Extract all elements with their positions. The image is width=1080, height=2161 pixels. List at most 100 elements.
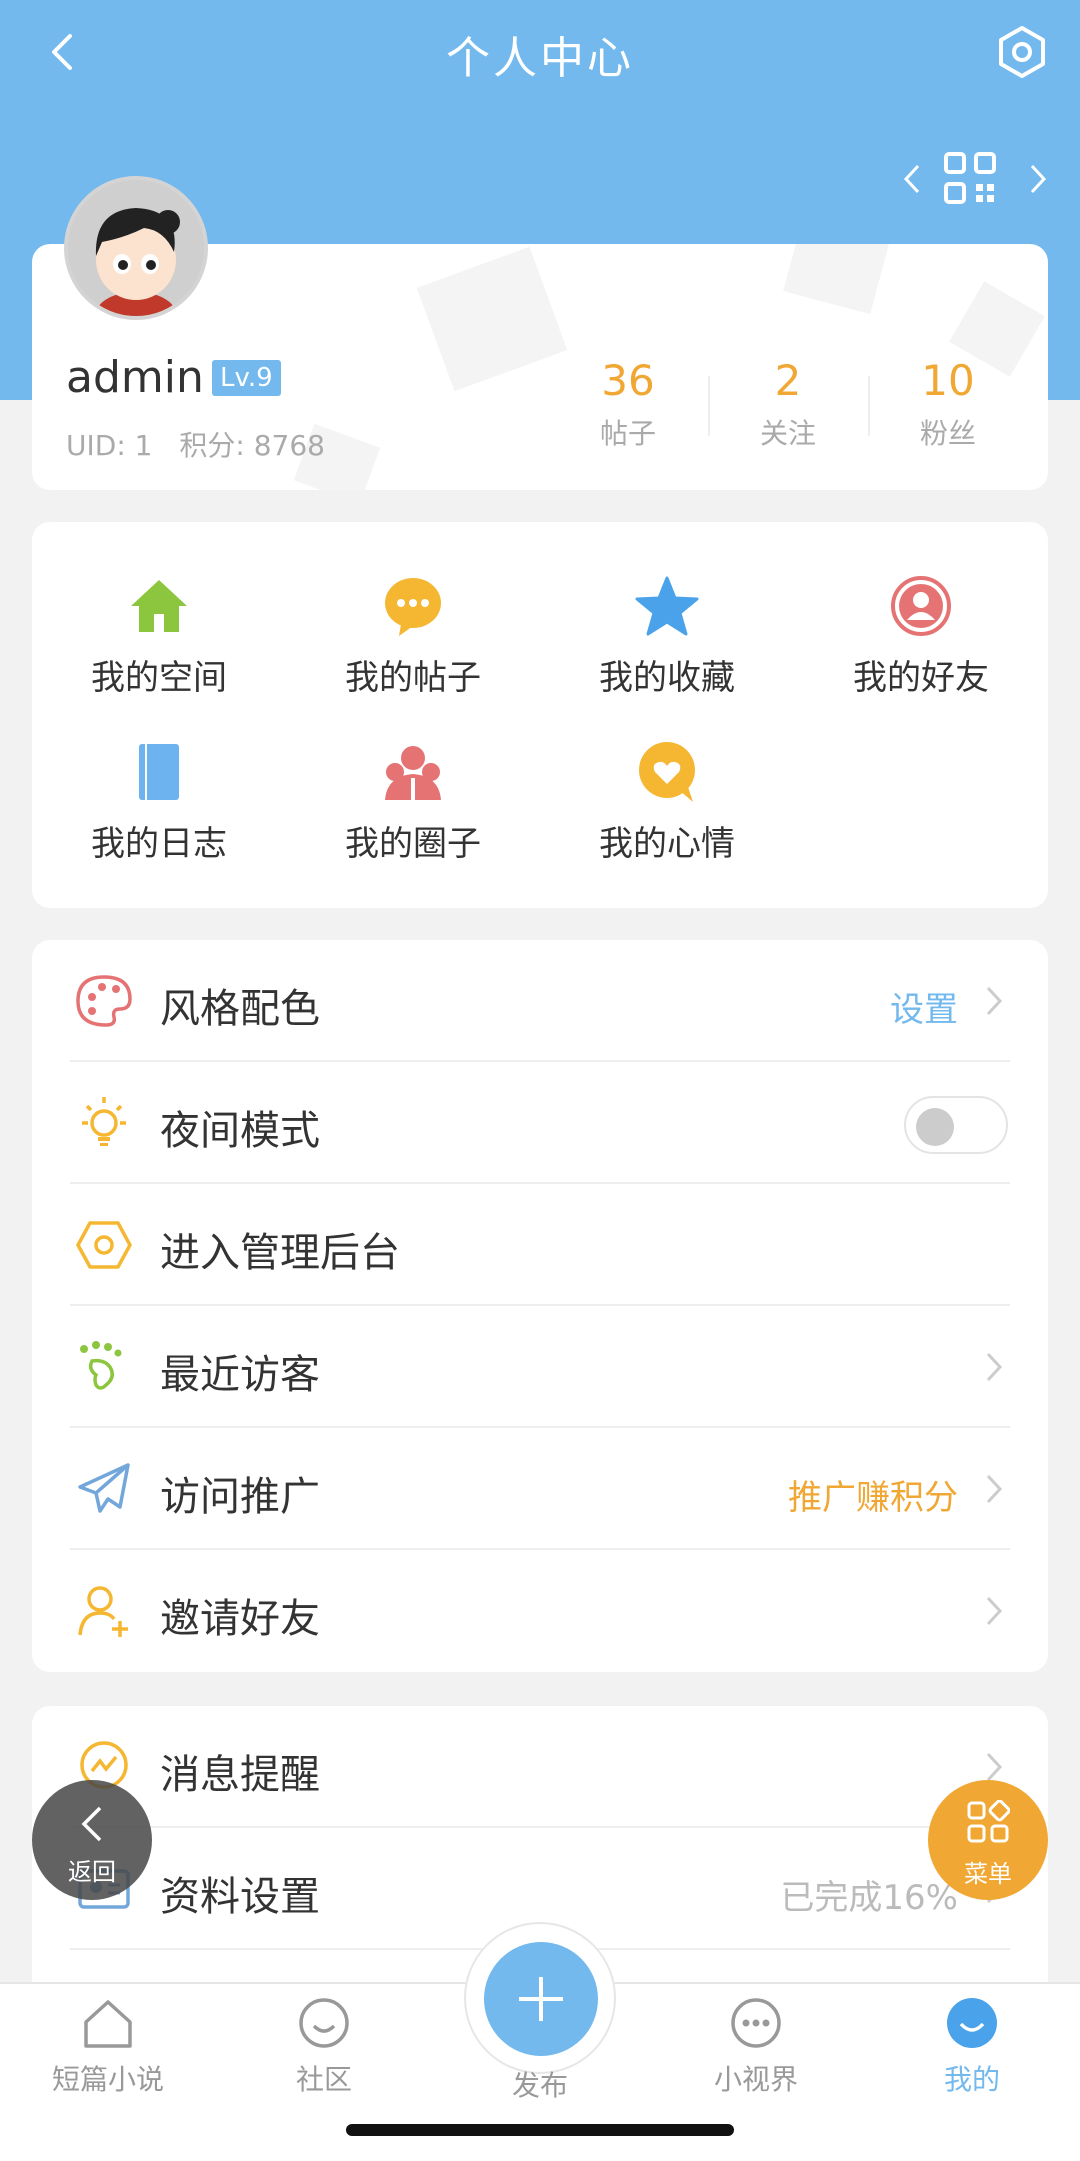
username: admin bbox=[66, 352, 204, 403]
hexagon-settings-icon bbox=[999, 26, 1045, 78]
tab-mine[interactable]: 我的 bbox=[864, 1996, 1080, 2106]
menu-item-value: 推广赚积分 bbox=[788, 1478, 958, 1518]
grid-item-my-friends[interactable]: 我的好友 bbox=[794, 574, 1048, 714]
grid-item-label: 我的圈子 bbox=[345, 824, 481, 864]
grid-item-my-mood[interactable]: 我的心情 bbox=[540, 740, 794, 880]
decoration bbox=[783, 244, 891, 315]
plus-icon bbox=[519, 1977, 563, 2021]
chevron-right-icon bbox=[986, 1352, 1003, 1382]
settings-menu: 风格配色 设置 夜间模式 进入管理后台 最近访客 访问推广 推广赚积分 邀请好友 bbox=[32, 940, 1048, 1672]
night-mode-toggle[interactable] bbox=[904, 1096, 1008, 1154]
menu-item-label: 夜间模式 bbox=[160, 1108, 320, 1154]
stat-following[interactable]: 2 关注 bbox=[708, 354, 868, 454]
floating-back-label: 返回 bbox=[68, 1858, 116, 1886]
tab-label: 短篇小说 bbox=[51, 2063, 164, 2096]
home-indicator bbox=[346, 2124, 734, 2136]
avatar[interactable] bbox=[64, 176, 208, 320]
menu-item-label: 资料设置 bbox=[160, 1874, 320, 1920]
feature-grid: 我的空间 我的帖子 我的收藏 我的好友 我的日志 我的圈子 我的心情 bbox=[32, 522, 1048, 908]
group-icon bbox=[385, 746, 441, 800]
grid-item-label: 我的心情 bbox=[599, 824, 735, 864]
qr-code-icon[interactable] bbox=[942, 150, 998, 206]
floating-menu-button[interactable]: 菜单 bbox=[928, 1780, 1048, 1900]
menu-item-label: 风格配色 bbox=[160, 986, 320, 1032]
chevron-right-icon bbox=[986, 986, 1003, 1016]
stat-followers[interactable]: 10 粉丝 bbox=[868, 354, 1028, 454]
menu-item-night-mode: 夜间模式 bbox=[32, 1062, 1048, 1184]
menu-item-notifications[interactable]: 消息提醒 bbox=[32, 1706, 1048, 1828]
chevron-left-icon bbox=[81, 1806, 102, 1842]
chat-bubble-icon bbox=[385, 578, 441, 636]
stat-value: 2 bbox=[774, 356, 802, 405]
hexagon-icon bbox=[76, 1221, 132, 1269]
add-user-icon bbox=[78, 1586, 128, 1637]
tab-label: 小视界 bbox=[713, 2063, 798, 2096]
menu-item-label: 最近访客 bbox=[160, 1352, 320, 1398]
tab-mini-world[interactable]: 小视界 bbox=[648, 1996, 864, 2106]
footprint-icon bbox=[80, 1341, 122, 1390]
grid-menu-icon bbox=[967, 1800, 1010, 1843]
notebook-icon bbox=[139, 744, 179, 800]
stat-label: 粉丝 bbox=[919, 417, 976, 450]
stats: 36 帖子 2 关注 10 粉丝 bbox=[548, 354, 1028, 454]
decoration bbox=[416, 246, 568, 392]
stat-label: 关注 bbox=[759, 417, 816, 450]
uid-line: UID: 1 积分: 8768 bbox=[66, 424, 343, 464]
stat-value: 10 bbox=[921, 356, 975, 405]
grid-item-label: 我的帖子 bbox=[345, 658, 481, 698]
toggle-knob bbox=[916, 1108, 954, 1146]
tab-short-novels[interactable]: 短篇小说 bbox=[0, 1996, 216, 2106]
top-bar: 个人中心 bbox=[0, 0, 1080, 100]
grid-item-label: 我的日志 bbox=[91, 824, 227, 864]
grid-item-label: 我的空间 bbox=[91, 658, 227, 698]
grid-item-my-space[interactable]: 我的空间 bbox=[32, 574, 286, 714]
chevron-left-icon[interactable] bbox=[900, 162, 924, 196]
grid-item-my-circle[interactable]: 我的圈子 bbox=[286, 740, 540, 880]
menu-item-visitors[interactable]: 最近访客 bbox=[32, 1306, 1048, 1428]
menu-item-label: 进入管理后台 bbox=[160, 1230, 400, 1276]
home-outline-icon bbox=[84, 2000, 132, 2048]
menu-item-label: 访问推广 bbox=[160, 1474, 320, 1520]
palette-icon bbox=[76, 975, 132, 1027]
level-badge: Lv.9 bbox=[212, 360, 281, 396]
publish-button[interactable] bbox=[484, 1942, 598, 2056]
publish-label: 发布 bbox=[511, 2069, 568, 2102]
menu-item-theme[interactable]: 风格配色 设置 bbox=[32, 940, 1048, 1062]
uid-text: UID: 1 bbox=[66, 429, 153, 462]
bulb-icon bbox=[82, 1097, 126, 1146]
chevron-right-icon bbox=[986, 1752, 1003, 1782]
stat-posts[interactable]: 36 帖子 bbox=[548, 354, 708, 454]
menu-item-promotion[interactable]: 访问推广 推广赚积分 bbox=[32, 1428, 1048, 1550]
chevron-right-icon bbox=[986, 1474, 1003, 1504]
smile-bubble-icon bbox=[299, 1998, 349, 2048]
tab-label: 社区 bbox=[295, 2063, 352, 2096]
heart-bubble-icon bbox=[639, 742, 695, 802]
menu-item-invite[interactable]: 邀请好友 bbox=[32, 1550, 1048, 1672]
avatar-illustration bbox=[68, 180, 204, 316]
paper-plane-icon bbox=[78, 1463, 130, 1513]
menu-item-label: 消息提醒 bbox=[160, 1752, 320, 1798]
menu-item-label: 邀请好友 bbox=[160, 1596, 320, 1642]
settings-button[interactable] bbox=[992, 22, 1052, 82]
floating-back-button[interactable]: 返回 bbox=[32, 1780, 152, 1900]
points-text: 积分: 8768 bbox=[179, 429, 325, 462]
stat-value: 36 bbox=[601, 356, 655, 405]
grid-item-label: 我的收藏 bbox=[599, 658, 735, 698]
tab-community[interactable]: 社区 bbox=[216, 1996, 432, 2106]
page-title: 个人中心 bbox=[446, 33, 634, 84]
qr-switcher bbox=[900, 148, 1050, 208]
menu-item-admin[interactable]: 进入管理后台 bbox=[32, 1184, 1048, 1306]
grid-item-my-posts[interactable]: 我的帖子 bbox=[286, 574, 540, 714]
stat-label: 帖子 bbox=[599, 417, 656, 450]
tab-label: 我的 bbox=[943, 2063, 1000, 2096]
grid-item-my-favorites[interactable]: 我的收藏 bbox=[540, 574, 794, 714]
house-icon bbox=[131, 580, 187, 632]
profile-filled-icon bbox=[947, 1998, 997, 2048]
chevron-right-icon bbox=[986, 1596, 1003, 1626]
menu-item-value: 设置 bbox=[890, 990, 958, 1030]
grid-item-label: 我的好友 bbox=[853, 658, 989, 698]
grid-item-my-diary[interactable]: 我的日志 bbox=[32, 740, 286, 880]
person-circle-icon bbox=[891, 576, 951, 636]
star-icon bbox=[635, 576, 699, 636]
chevron-right-icon[interactable] bbox=[1026, 162, 1050, 196]
